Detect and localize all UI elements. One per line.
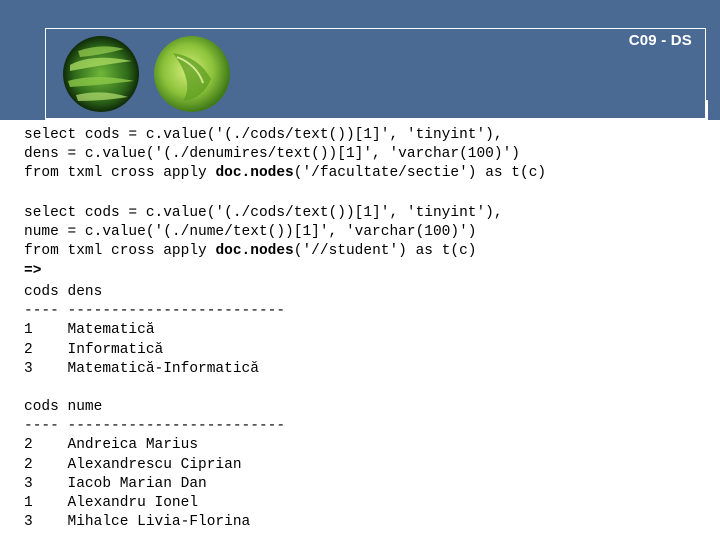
result1-separator: ---- ------------------------- [24, 303, 286, 320]
query2-keyword: doc.nodes [215, 243, 294, 260]
query1-line3-b: ('/facultate/sectie') as t(c) [293, 165, 547, 182]
leaf-image-right [154, 36, 230, 112]
query1-line1: select cods = c.value('(./cods/text())[1… [24, 127, 503, 143]
leaf-image-left [63, 36, 139, 112]
query1-line2: dens = c.value('(./denumires/text())[1]'… [24, 146, 520, 163]
result2-row: 3 Mihalce Livia-Florina [24, 514, 251, 531]
query1-keyword: doc.nodes [215, 165, 294, 182]
result2-row: 1 Alexandru Ionel [24, 495, 199, 512]
query2-line3-b: ('//student') as t(c) [293, 243, 477, 260]
result2-header: cods nume [24, 399, 103, 415]
result2-row: 3 Iacob Marian Dan [24, 475, 207, 492]
query2-line2: nume = c.value('(./nume/text())[1]', 'va… [24, 224, 477, 241]
result2-separator: ---- ------------------------- [24, 418, 286, 435]
result2-row: 2 Alexandrescu Ciprian [24, 456, 242, 473]
header-frame [45, 28, 706, 119]
header-band-left-block [0, 100, 45, 120]
query1-line3-a: from txml cross apply [24, 165, 216, 182]
header-band-right-block [708, 100, 720, 120]
query2-line3-a: from txml cross apply [24, 243, 216, 260]
result2-row: 2 Andreica Marius [24, 437, 199, 454]
result1-row: 3 Matematică-Informatică [24, 360, 259, 377]
result-table-1: cods dens ---- -------------------------… [24, 283, 285, 379]
sql-query-1: select cods = c.value('(./cods/text())[1… [24, 126, 546, 184]
result-table-2: cods nume ---- -------------------------… [24, 398, 285, 532]
sql-query-2: select cods = c.value('(./cods/text())[1… [24, 204, 503, 281]
result-arrow: => [24, 262, 42, 279]
result1-row: 2 Informatică [24, 341, 164, 358]
result1-header: cods dens [24, 284, 103, 300]
slide-title: C09 - DS [628, 32, 692, 49]
result1-row: 1 Matematică [24, 322, 155, 339]
query2-line1: select cods = c.value('(./cods/text())[1… [24, 205, 503, 221]
